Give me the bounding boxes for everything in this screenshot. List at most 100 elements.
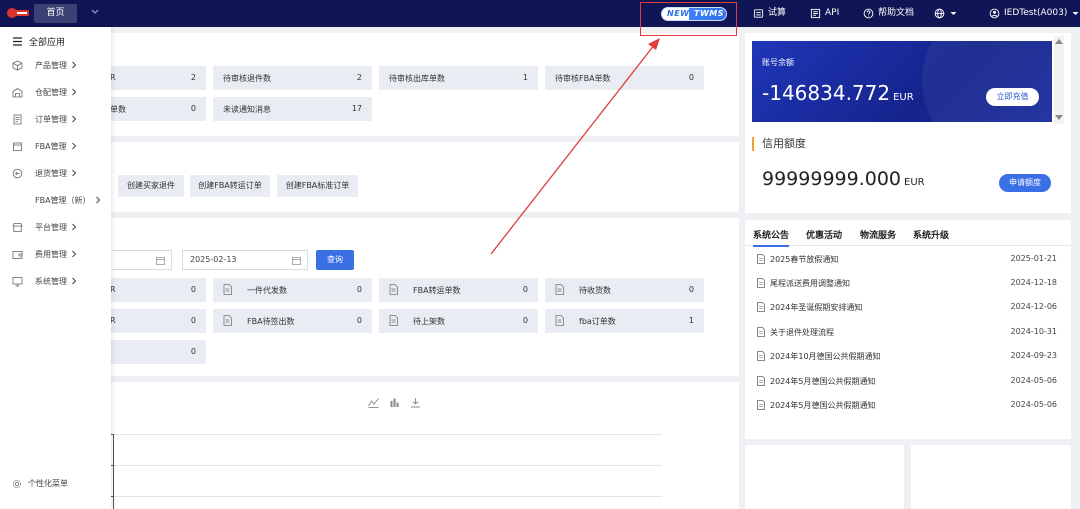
todo-stat[interactable]: 单数 0: [100, 97, 206, 121]
notice-title: 2024年10月德国公共假期通知: [770, 352, 881, 361]
box-icon: [13, 142, 22, 151]
tab-logistics[interactable]: 物流服务: [860, 228, 896, 241]
trial-calc-label: 试算: [768, 8, 787, 18]
list-item[interactable]: 关于退件处理流程 2024-10-31: [757, 325, 1057, 339]
sidebar-item-warehouse[interactable]: 仓配管理: [12, 85, 107, 99]
download-icon[interactable]: [410, 397, 421, 408]
sidebar-item-label: 平台管理: [35, 222, 67, 232]
sidebar-item-fba[interactable]: FBA管理: [12, 139, 107, 153]
list-item[interactable]: 2024年5月德国公共假期通知 2024-05-06: [757, 398, 1057, 412]
document-icon: [389, 315, 398, 326]
sidebar-item-system[interactable]: 系统管理: [12, 274, 107, 288]
bar-chart-icon[interactable]: [389, 397, 400, 408]
notice-date: 2024-12-18: [1010, 278, 1058, 287]
bottom-card: [911, 445, 1071, 509]
help-icon: [863, 8, 874, 19]
stat-card[interactable]: 待收货数 0: [545, 278, 704, 302]
stat-value: 1: [688, 316, 694, 325]
api-link[interactable]: API: [810, 0, 839, 27]
tab-system-upgrade[interactable]: 系统升级: [913, 228, 949, 241]
list-item[interactable]: 尾程派送费用调整通知 2024-12-18: [757, 276, 1057, 290]
document-icon: [223, 315, 232, 326]
customize-menu-link[interactable]: 个性化菜单: [12, 478, 68, 489]
customize-menu-label: 个性化菜单: [28, 479, 68, 488]
scroll-down-arrow[interactable]: [1055, 115, 1063, 120]
tab-promotions[interactable]: 优惠活动: [806, 228, 842, 241]
chevron-right-icon: [71, 142, 76, 150]
stat-value: 0: [688, 285, 694, 294]
chevron-down-icon[interactable]: [90, 7, 100, 17]
list-item[interactable]: 2025春节放假通知 2025-01-21: [757, 252, 1057, 266]
stat-value: 2: [356, 73, 362, 82]
home-tab[interactable]: 首页: [34, 4, 77, 23]
all-apps-header[interactable]: 全部应用: [12, 35, 65, 48]
stat-card[interactable]: R 0: [100, 309, 206, 333]
todo-stat[interactable]: 待审核FBA单数 0: [545, 66, 704, 90]
list-item[interactable]: 2024年10月德国公共假期通知 2024-09-23: [757, 349, 1057, 363]
stat-card[interactable]: FBA转运单数 0: [379, 278, 538, 302]
chevron-right-icon: [72, 115, 77, 123]
sidebar-item-fees[interactable]: 费用管理: [12, 247, 107, 261]
company-logo[interactable]: [6, 6, 30, 20]
stat-card[interactable]: 待上架数 0: [379, 309, 538, 333]
sidebar-item-label: 仓配管理: [35, 87, 67, 97]
stat-value: 0: [522, 316, 528, 325]
sidebar-item-product[interactable]: 产品管理: [12, 58, 107, 72]
notice-date: 2024-05-06: [1010, 376, 1058, 385]
stat-card[interactable]: 一件代发数 0: [213, 278, 372, 302]
sidebar-item-returns[interactable]: 退货管理: [12, 166, 107, 180]
calendar-icon: [156, 257, 165, 265]
end-date-value: 2025-02-13: [190, 255, 237, 264]
create-fba-standard-button[interactable]: 创建FBA标准订单: [277, 175, 358, 197]
todo-stat[interactable]: 待审核出库单数 1: [379, 66, 538, 90]
todo-stat[interactable]: 未读通知消息 17: [213, 97, 372, 121]
list-item[interactable]: 2024年圣诞假期安排通知 2024-12-06: [757, 300, 1057, 314]
credit-value: 99999999.000: [762, 168, 902, 190]
help-docs-link[interactable]: 帮助文档: [863, 0, 914, 27]
stat-value: 0: [190, 285, 196, 294]
document-icon: [757, 376, 765, 386]
trial-calc-link[interactable]: 试算: [753, 0, 786, 27]
todo-stat[interactable]: R 2: [100, 66, 206, 90]
document-icon: [757, 327, 765, 337]
sidebar-item-label: FBA管理: [35, 141, 67, 151]
stat-label: 未读通知消息: [223, 105, 271, 114]
recharge-button[interactable]: 立即充值: [986, 88, 1039, 106]
apply-credit-button[interactable]: 申请额度: [999, 174, 1051, 192]
tab-system-notice[interactable]: 系统公告: [753, 228, 790, 247]
sidebar-item-orders[interactable]: 订单管理: [12, 112, 107, 126]
user-menu[interactable]: IEDTest(A003): [989, 0, 1080, 27]
scrollbar[interactable]: [1054, 36, 1064, 124]
sidebar-item-label: 费用管理: [35, 249, 67, 259]
stat-label: 待审核出库单数: [389, 74, 445, 83]
stat-label: FBA待签出数: [247, 317, 295, 326]
sidebar-item-label: 产品管理: [35, 60, 67, 70]
sidebar-item-label: FBA管理（新）: [35, 195, 91, 205]
document-icon: [757, 302, 765, 312]
stat-card[interactable]: fba订单数 1: [545, 309, 704, 333]
user-avatar-icon: [989, 8, 1000, 19]
chevron-right-icon: [72, 61, 77, 69]
end-date-field[interactable]: 2025-02-13: [182, 250, 308, 270]
sidebar-item-fba-new[interactable]: FBA管理（新）: [12, 193, 107, 207]
card-decoration: [922, 41, 1052, 122]
stat-card[interactable]: R 0: [100, 278, 206, 302]
query-button[interactable]: 查询: [316, 250, 354, 270]
create-buyer-return-button[interactable]: 创建买家退件: [118, 175, 184, 197]
todo-stat[interactable]: 待审核退件数 2: [213, 66, 372, 90]
chevron-right-icon: [72, 88, 77, 96]
stat-card[interactable]: FBA待签出数 0: [213, 309, 372, 333]
notice-title: 2024年5月德国公共假期通知: [770, 377, 876, 386]
language-switcher[interactable]: [934, 0, 958, 27]
list-item[interactable]: 2024年5月德国公共假期通知 2024-05-06: [757, 374, 1057, 388]
notice-date: 2024-10-31: [1010, 327, 1058, 336]
line-chart-icon[interactable]: [368, 397, 379, 408]
caret-down-icon: [1072, 12, 1079, 15]
sidebar-item-platform[interactable]: 平台管理: [12, 220, 107, 234]
document-icon: [757, 351, 765, 361]
notice-date: 2024-12-06: [1010, 302, 1058, 311]
create-fba-transfer-button[interactable]: 创建FBA转运订单: [190, 175, 270, 197]
stat-value: 0: [190, 347, 196, 356]
stat-card[interactable]: 0: [100, 340, 206, 364]
scroll-up-arrow[interactable]: [1055, 39, 1063, 44]
